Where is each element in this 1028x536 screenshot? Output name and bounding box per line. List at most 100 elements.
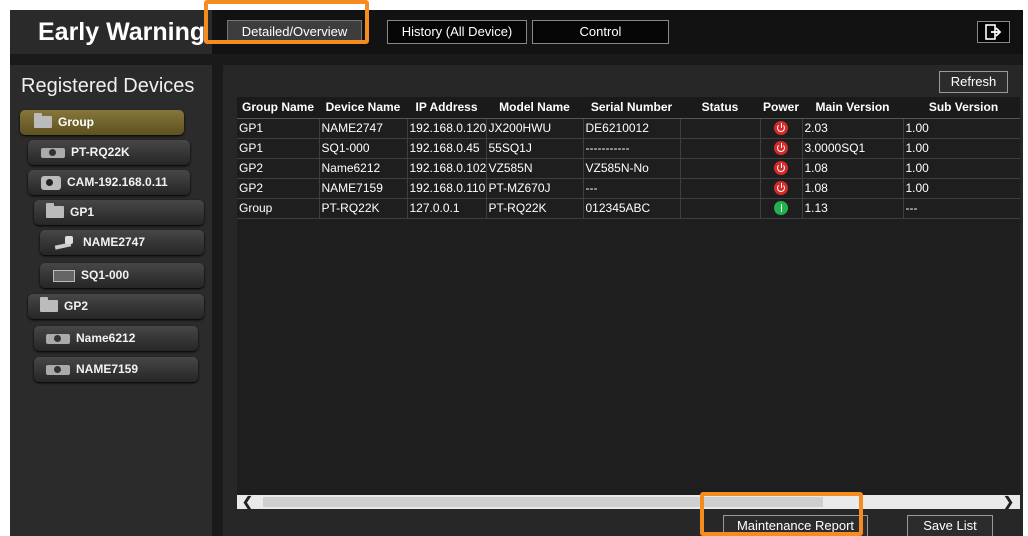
column-header[interactable]: Status [680, 97, 760, 119]
camera-icon [41, 175, 61, 190]
cell-model-name: JX200HWU [486, 118, 584, 139]
power-off-icon [774, 181, 788, 196]
tree-item-pt-rq22k[interactable]: PT-RQ22K [28, 140, 190, 165]
cell-status [680, 198, 761, 219]
cell-serial-number: 012345ABC [583, 198, 681, 219]
cell-main-version: 2.03 [802, 118, 904, 139]
ptz-camera-icon [53, 235, 77, 250]
cell-main-version: 1.13 [802, 198, 904, 219]
device-table-container[interactable]: Group Name Device Name IP Address Model … [237, 97, 1020, 501]
tree-item-name2747[interactable]: NAME2747 [40, 230, 204, 255]
tab-control[interactable]: Control [532, 20, 669, 44]
folder-icon [40, 296, 58, 312]
cell-ip-address: 192.168.0.120 [407, 118, 487, 139]
column-header[interactable]: Model Name [486, 97, 583, 119]
power-off-icon [774, 121, 788, 136]
projector-icon [41, 147, 65, 158]
cell-group: GP2 [237, 178, 320, 199]
cell-device-name: PT-RQ22K [319, 198, 408, 219]
highlight-frame-detailed-tab [204, 0, 369, 44]
cell-status [680, 178, 761, 199]
tree-item-label: CAM-192.168.0.11 [67, 175, 168, 189]
cell-power [760, 198, 803, 219]
table-row[interactable]: GP2 Name6212 192.168.0.102 VZ585N VZ585N… [237, 158, 1020, 179]
tree-item-sq1-000[interactable]: SQ1-000 [40, 263, 204, 288]
projector-icon [46, 333, 70, 344]
table-row[interactable]: GP1 NAME2747 192.168.0.120 JX200HWU DE62… [237, 118, 1020, 139]
cell-main-version: 1.08 [802, 158, 904, 179]
folder-icon [34, 112, 52, 128]
cell-sub-version: 1.00 [903, 158, 1020, 179]
scroll-right-icon[interactable]: ❯ [1003, 494, 1014, 510]
cell-group: GP1 [237, 138, 320, 159]
cell-model-name: VZ585N [486, 158, 584, 179]
logout-icon [984, 24, 1001, 40]
power-off-icon [774, 161, 788, 176]
cell-device-name: NAME7159 [319, 178, 408, 199]
scroll-left-icon[interactable]: ❮ [242, 494, 253, 510]
column-header[interactable]: Group Name [237, 97, 319, 119]
table-row[interactable]: GP1 SQ1-000 192.168.0.45 55SQ1J --------… [237, 138, 1020, 159]
column-header[interactable]: IP Address [407, 97, 486, 119]
tree-item-label: GP1 [70, 205, 95, 219]
tree-item-gp1[interactable]: GP1 [34, 200, 204, 225]
cell-model-name: PT-MZ670J [486, 178, 584, 199]
cell-status [680, 118, 761, 139]
sidebar-title: Registered Devices [21, 75, 195, 97]
registered-devices-sidebar: Registered Devices Group PT-RQ22K CAM-19… [10, 65, 212, 536]
early-warning-app: Early Warning Detailed/Overview History … [10, 10, 1023, 536]
table-row[interactable]: GP2 NAME7159 192.168.0.110 PT-MZ670J ---… [237, 178, 1020, 199]
cell-group: Group [237, 198, 320, 219]
column-header[interactable]: Power [760, 97, 802, 119]
tree-item-label: PT-RQ22K [71, 145, 130, 159]
column-header[interactable]: Device Name [319, 97, 407, 119]
save-list-button[interactable]: Save List [907, 515, 993, 536]
cell-sub-version: 1.00 [903, 118, 1020, 139]
tree-item-cam[interactable]: CAM-192.168.0.11 [28, 170, 190, 195]
refresh-button[interactable]: Refresh [939, 71, 1008, 93]
cell-ip-address: 192.168.0.45 [407, 138, 487, 159]
cell-serial-number: ----------- [583, 138, 681, 159]
cell-sub-version: --- [903, 198, 1020, 219]
tree-item-gp2[interactable]: GP2 [28, 294, 204, 319]
cell-model-name: 55SQ1J [486, 138, 584, 159]
cell-device-name: NAME2747 [319, 118, 408, 139]
cell-ip-address: 192.168.0.102 [407, 158, 487, 179]
cell-sub-version: 1.00 [903, 138, 1020, 159]
cell-power [760, 178, 803, 199]
device-list-panel: Refresh Group Name Device Name IP Addres… [223, 65, 1023, 536]
cell-power [760, 138, 803, 159]
tree-item-group[interactable]: Group [20, 110, 184, 135]
cell-power [760, 118, 803, 139]
display-icon [53, 269, 75, 282]
tree-item-label: SQ1-000 [81, 268, 130, 282]
tree-item-label: Group [58, 115, 94, 129]
horizontal-scrollbar[interactable]: ❮ ❯ [237, 494, 1020, 510]
cell-model-name: PT-RQ22K [486, 198, 584, 219]
power-off-icon [774, 141, 788, 156]
cell-ip-address: 192.168.0.110 [407, 178, 487, 199]
cell-group: GP2 [237, 158, 320, 179]
cell-status [680, 138, 761, 159]
cell-power [760, 158, 803, 179]
logout-button[interactable] [977, 21, 1010, 43]
cell-main-version: 1.08 [802, 178, 904, 199]
tree-item-label: Name6212 [76, 331, 136, 345]
tree-item-label: GP2 [64, 299, 89, 313]
tree-item-name6212[interactable]: Name6212 [34, 326, 198, 351]
column-header[interactable]: Serial Number [583, 97, 680, 119]
cell-serial-number: VZ585N-No [583, 158, 681, 179]
tree-item-name7159[interactable]: NAME7159 [34, 357, 198, 382]
projector-icon [46, 364, 70, 375]
column-header[interactable]: Sub Version [903, 97, 1020, 119]
column-header[interactable]: Main Version [802, 97, 903, 119]
device-table: Group Name Device Name IP Address Model … [237, 97, 1020, 219]
table-row[interactable]: Group PT-RQ22K 127.0.0.1 PT-RQ22K 012345… [237, 198, 1020, 219]
cell-device-name: SQ1-000 [319, 138, 408, 159]
tree-item-label: NAME7159 [76, 362, 139, 376]
cell-sub-version: 1.00 [903, 178, 1020, 199]
cell-ip-address: 127.0.0.1 [407, 198, 487, 219]
table-header-row: Group Name Device Name IP Address Model … [237, 97, 1020, 119]
tab-history-all-device[interactable]: History (All Device) [387, 20, 527, 44]
folder-icon [46, 202, 64, 218]
